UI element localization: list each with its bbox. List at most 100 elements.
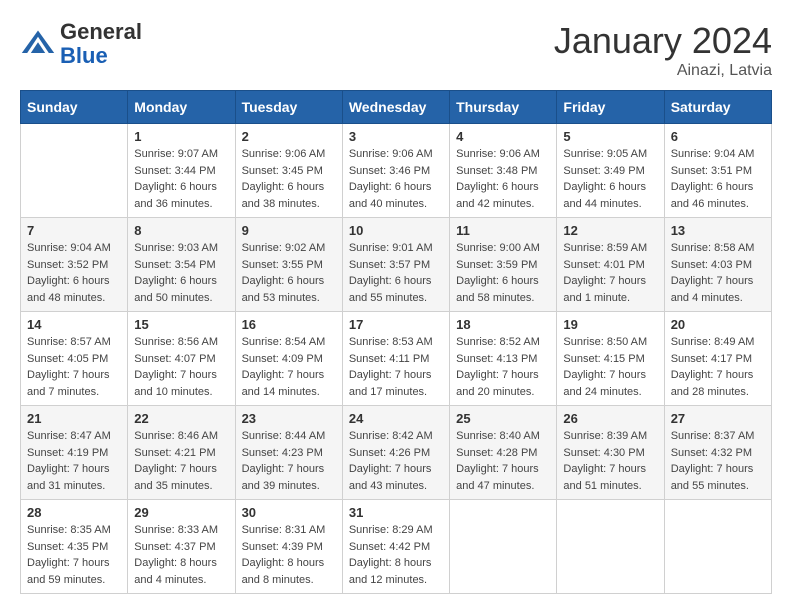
day-info: Sunrise: 9:06 AMSunset: 3:45 PMDaylight:… <box>242 146 336 212</box>
calendar-empty-cell <box>557 500 664 594</box>
day-number: 23 <box>242 411 336 426</box>
day-info: Sunrise: 9:07 AMSunset: 3:44 PMDaylight:… <box>134 146 228 212</box>
day-info: Sunrise: 8:53 AMSunset: 4:11 PMDaylight:… <box>349 334 443 400</box>
calendar-day-cell: 13 Sunrise: 8:58 AMSunset: 4:03 PMDayligh… <box>664 218 771 312</box>
day-number: 22 <box>134 411 228 426</box>
day-number: 18 <box>456 317 550 332</box>
calendar-day-cell: 11 Sunrise: 9:00 AMSunset: 3:59 PMDayligh… <box>450 218 557 312</box>
calendar-empty-cell <box>664 500 771 594</box>
calendar: SundayMondayTuesdayWednesdayThursdayFrid… <box>20 90 772 594</box>
day-number: 5 <box>563 129 657 144</box>
calendar-day-cell: 5 Sunrise: 9:05 AMSunset: 3:49 PMDaylight… <box>557 124 664 218</box>
calendar-day-cell: 8 Sunrise: 9:03 AMSunset: 3:54 PMDaylight… <box>128 218 235 312</box>
day-number: 31 <box>349 505 443 520</box>
calendar-day-cell: 22 Sunrise: 8:46 AMSunset: 4:21 PMDayligh… <box>128 406 235 500</box>
calendar-day-cell: 15 Sunrise: 8:56 AMSunset: 4:07 PMDayligh… <box>128 312 235 406</box>
day-of-week-header: Thursday <box>450 91 557 124</box>
logo: General Blue <box>20 20 142 68</box>
day-info: Sunrise: 9:06 AMSunset: 3:48 PMDaylight:… <box>456 146 550 212</box>
calendar-day-cell: 27 Sunrise: 8:37 AMSunset: 4:32 PMDayligh… <box>664 406 771 500</box>
calendar-day-cell: 19 Sunrise: 8:50 AMSunset: 4:15 PMDayligh… <box>557 312 664 406</box>
day-number: 3 <box>349 129 443 144</box>
day-number: 25 <box>456 411 550 426</box>
day-number: 9 <box>242 223 336 238</box>
day-info: Sunrise: 8:42 AMSunset: 4:26 PMDaylight:… <box>349 428 443 494</box>
day-info: Sunrise: 8:58 AMSunset: 4:03 PMDaylight:… <box>671 240 765 306</box>
calendar-day-cell: 16 Sunrise: 8:54 AMSunset: 4:09 PMDayligh… <box>235 312 342 406</box>
day-number: 2 <box>242 129 336 144</box>
day-info: Sunrise: 8:40 AMSunset: 4:28 PMDaylight:… <box>456 428 550 494</box>
day-info: Sunrise: 9:05 AMSunset: 3:49 PMDaylight:… <box>563 146 657 212</box>
calendar-week-row: 14 Sunrise: 8:57 AMSunset: 4:05 PMDayligh… <box>21 312 772 406</box>
day-number: 27 <box>671 411 765 426</box>
calendar-day-cell: 18 Sunrise: 8:52 AMSunset: 4:13 PMDayligh… <box>450 312 557 406</box>
calendar-day-cell: 21 Sunrise: 8:47 AMSunset: 4:19 PMDayligh… <box>21 406 128 500</box>
calendar-week-row: 7Sunrise: 9:04 AMSunset: 3:52 PMDaylight… <box>21 218 772 312</box>
logo-blue: Blue <box>60 43 108 68</box>
logo-general: General <box>60 19 142 44</box>
calendar-header-row: SundayMondayTuesdayWednesdayThursdayFrid… <box>21 91 772 124</box>
day-info: Sunrise: 8:54 AMSunset: 4:09 PMDaylight:… <box>242 334 336 400</box>
day-number: 17 <box>349 317 443 332</box>
day-info: Sunrise: 9:02 AMSunset: 3:55 PMDaylight:… <box>242 240 336 306</box>
day-of-week-header: Tuesday <box>235 91 342 124</box>
day-number: 11 <box>456 223 550 238</box>
day-info: Sunrise: 8:52 AMSunset: 4:13 PMDaylight:… <box>456 334 550 400</box>
day-of-week-header: Wednesday <box>342 91 449 124</box>
day-of-week-header: Saturday <box>664 91 771 124</box>
calendar-day-cell: 14 Sunrise: 8:57 AMSunset: 4:05 PMDayligh… <box>21 312 128 406</box>
day-of-week-header: Sunday <box>21 91 128 124</box>
day-info: Sunrise: 9:04 AMSunset: 3:51 PMDaylight:… <box>671 146 765 212</box>
day-number: 14 <box>27 317 121 332</box>
day-info: Sunrise: 8:49 AMSunset: 4:17 PMDaylight:… <box>671 334 765 400</box>
calendar-day-cell: 29Sunrise: 8:33 AMSunset: 4:37 PMDayligh… <box>128 500 235 594</box>
day-info: Sunrise: 8:31 AMSunset: 4:39 PMDaylight:… <box>242 522 336 588</box>
calendar-day-cell: 25 Sunrise: 8:40 AMSunset: 4:28 PMDayligh… <box>450 406 557 500</box>
day-number: 4 <box>456 129 550 144</box>
day-info: Sunrise: 8:56 AMSunset: 4:07 PMDaylight:… <box>134 334 228 400</box>
day-info: Sunrise: 8:33 AMSunset: 4:37 PMDaylight:… <box>134 522 228 588</box>
logo-text: General Blue <box>60 20 142 68</box>
title-block: January 2024 Ainazi, Latvia <box>554 20 772 80</box>
location: Ainazi, Latvia <box>554 62 772 80</box>
day-number: 15 <box>134 317 228 332</box>
calendar-empty-cell <box>450 500 557 594</box>
day-number: 16 <box>242 317 336 332</box>
day-number: 24 <box>349 411 443 426</box>
day-info: Sunrise: 8:47 AMSunset: 4:19 PMDaylight:… <box>27 428 121 494</box>
day-number: 12 <box>563 223 657 238</box>
calendar-day-cell: 12Sunrise: 8:59 AMSunset: 4:01 PMDayligh… <box>557 218 664 312</box>
calendar-day-cell: 1 Sunrise: 9:07 AMSunset: 3:44 PMDaylight… <box>128 124 235 218</box>
day-info: Sunrise: 8:37 AMSunset: 4:32 PMDaylight:… <box>671 428 765 494</box>
calendar-day-cell: 28Sunrise: 8:35 AMSunset: 4:35 PMDayligh… <box>21 500 128 594</box>
calendar-day-cell: 24 Sunrise: 8:42 AMSunset: 4:26 PMDayligh… <box>342 406 449 500</box>
day-info: Sunrise: 9:03 AMSunset: 3:54 PMDaylight:… <box>134 240 228 306</box>
calendar-day-cell: 20 Sunrise: 8:49 AMSunset: 4:17 PMDayligh… <box>664 312 771 406</box>
day-number: 10 <box>349 223 443 238</box>
day-info: Sunrise: 8:29 AMSunset: 4:42 PMDaylight:… <box>349 522 443 588</box>
day-of-week-header: Friday <box>557 91 664 124</box>
calendar-empty-cell <box>21 124 128 218</box>
day-number: 19 <box>563 317 657 332</box>
calendar-day-cell: 17 Sunrise: 8:53 AMSunset: 4:11 PMDayligh… <box>342 312 449 406</box>
day-number: 8 <box>134 223 228 238</box>
calendar-day-cell: 7Sunrise: 9:04 AMSunset: 3:52 PMDaylight… <box>21 218 128 312</box>
day-info: Sunrise: 9:01 AMSunset: 3:57 PMDaylight:… <box>349 240 443 306</box>
day-info: Sunrise: 9:00 AMSunset: 3:59 PMDaylight:… <box>456 240 550 306</box>
day-of-week-header: Monday <box>128 91 235 124</box>
day-number: 21 <box>27 411 121 426</box>
logo-icon <box>20 26 56 62</box>
day-info: Sunrise: 8:46 AMSunset: 4:21 PMDaylight:… <box>134 428 228 494</box>
day-number: 13 <box>671 223 765 238</box>
calendar-day-cell: 4 Sunrise: 9:06 AMSunset: 3:48 PMDaylight… <box>450 124 557 218</box>
day-info: Sunrise: 8:50 AMSunset: 4:15 PMDaylight:… <box>563 334 657 400</box>
day-info: Sunrise: 8:57 AMSunset: 4:05 PMDaylight:… <box>27 334 121 400</box>
calendar-day-cell: 30Sunrise: 8:31 AMSunset: 4:39 PMDayligh… <box>235 500 342 594</box>
day-info: Sunrise: 8:35 AMSunset: 4:35 PMDaylight:… <box>27 522 121 588</box>
calendar-day-cell: 26Sunrise: 8:39 AMSunset: 4:30 PMDayligh… <box>557 406 664 500</box>
day-number: 1 <box>134 129 228 144</box>
day-number: 20 <box>671 317 765 332</box>
calendar-day-cell: 3Sunrise: 9:06 AMSunset: 3:46 PMDaylight… <box>342 124 449 218</box>
day-number: 7 <box>27 223 121 238</box>
calendar-day-cell: 9 Sunrise: 9:02 AMSunset: 3:55 PMDaylight… <box>235 218 342 312</box>
